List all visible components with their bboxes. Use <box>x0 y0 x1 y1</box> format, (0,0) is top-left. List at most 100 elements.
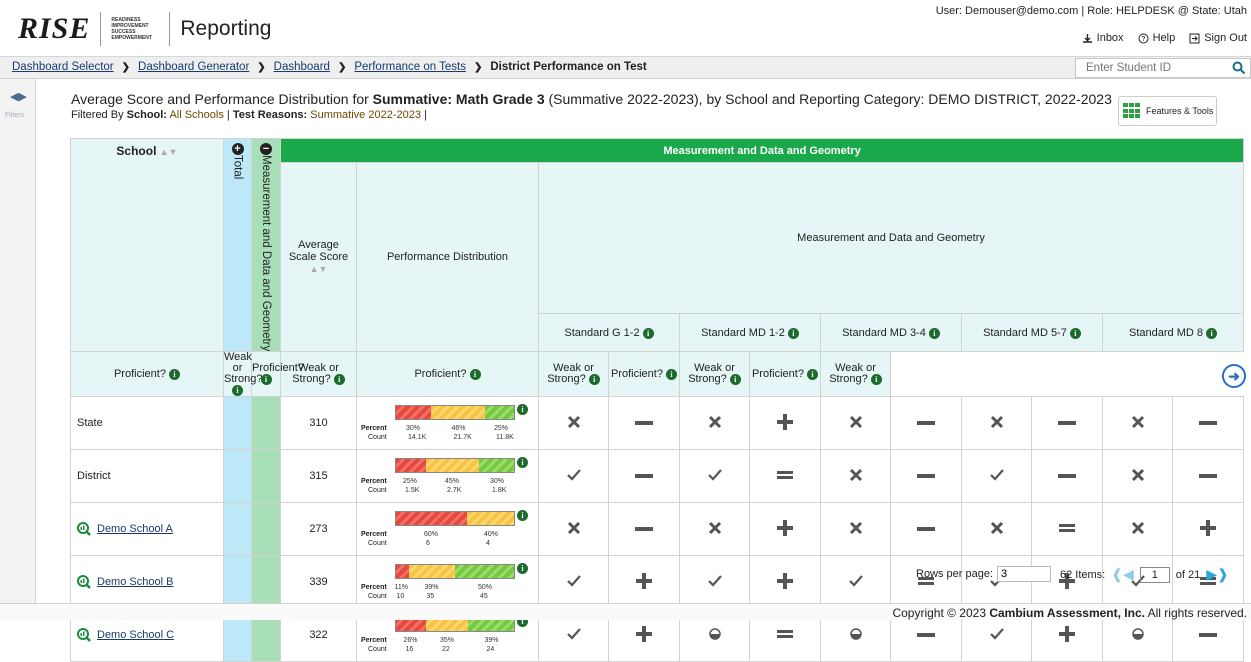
school-report-icon[interactable] <box>77 575 91 590</box>
info-icon[interactable]: i <box>1069 327 1081 339</box>
minus-icon <box>890 502 962 557</box>
distribution-segment <box>396 406 432 420</box>
minus-icon <box>608 502 680 557</box>
info-icon[interactable]: i <box>169 368 181 380</box>
info-icon[interactable]: i <box>588 374 600 386</box>
chevron-right-icon: ❯ <box>257 61 266 73</box>
proficient-header: Proficient? i <box>608 351 680 398</box>
breadcrumb: Dashboard Selector ❯ Dashboard Generator ❯… <box>12 61 647 73</box>
weak-strong-header: Weak or Strong? i <box>679 351 750 398</box>
info-icon[interactable]: i <box>333 374 345 386</box>
info-icon[interactable]: i <box>787 327 799 339</box>
info-icon[interactable]: i <box>517 563 528 575</box>
info-icon[interactable]: i <box>1206 327 1218 339</box>
distribution-segment <box>478 459 514 473</box>
info-icon[interactable]: i <box>260 374 272 386</box>
help-icon: ? <box>1138 33 1149 43</box>
weak-strong-header: Weak or Strong? i <box>538 351 609 398</box>
distribution-segment <box>484 406 514 420</box>
rows-per-page-input[interactable] <box>997 566 1052 582</box>
sign-out-link[interactable]: Sign Out <box>1189 32 1247 44</box>
x-icon <box>679 502 750 557</box>
school-link[interactable]: Demo School C <box>97 629 174 641</box>
x-icon <box>1102 396 1173 451</box>
rise-logo: RISE READINESS IMPROVEMENT SUCCESS EMPOW… <box>18 12 271 46</box>
info-icon[interactable]: i <box>870 374 882 386</box>
minus-icon <box>1031 396 1103 451</box>
school-report-icon[interactable] <box>77 522 91 537</box>
total-column-header[interactable]: + Total <box>223 137 252 353</box>
performance-distribution-cell: i Percent Count 11% 39% 50% 10 35 45 <box>356 555 539 610</box>
distribution-bar <box>395 564 515 580</box>
distribution-segment <box>425 459 479 473</box>
info-icon[interactable]: i <box>517 457 528 469</box>
proficient-header: Proficient? i <box>356 351 539 398</box>
distribution-bar <box>395 405 515 421</box>
average-score-cell: 315 <box>280 449 357 504</box>
x-icon <box>820 449 891 504</box>
info-icon[interactable]: i <box>729 374 741 386</box>
distribution-segment <box>466 512 514 526</box>
next-page-icon[interactable]: ▶❱ <box>1206 566 1229 583</box>
average-scale-score-header[interactable]: Average Scale Score ▲▼ <box>280 161 357 353</box>
filters-sidebar[interactable]: ◀▶ Filters <box>0 79 36 620</box>
info-icon[interactable]: i <box>517 510 528 522</box>
search-icon[interactable] <box>1232 61 1246 75</box>
check-icon <box>961 449 1032 504</box>
help-link[interactable]: ? Help <box>1138 32 1175 44</box>
breadcrumb-dashboard-generator[interactable]: Dashboard Generator <box>138 61 249 73</box>
school-link[interactable]: Demo School B <box>97 576 173 588</box>
page-number-input[interactable]: 1 <box>1139 566 1170 583</box>
breadcrumb-dashboard-selector[interactable]: Dashboard Selector <box>12 61 114 73</box>
table-row: Demo School A 273 i Percent Count 60% 40% 6 4 <box>70 502 1245 557</box>
collapse-icon[interactable]: − <box>260 143 272 155</box>
school-name-cell: District <box>70 449 224 504</box>
standard-header: Standard G 1-2 i <box>538 313 680 353</box>
inbox-link[interactable]: Inbox <box>1082 32 1124 44</box>
info-icon[interactable]: i <box>517 404 528 416</box>
info-icon[interactable]: i <box>666 368 678 380</box>
performance-distribution-header: Performance Distribution <box>356 161 539 353</box>
info-icon[interactable]: i <box>642 327 654 339</box>
info-icon[interactable]: i <box>807 368 819 380</box>
minus-icon <box>608 396 680 451</box>
breadcrumb-current: District Performance on Test <box>490 61 647 73</box>
school-column-header[interactable]: School ▲▼ <box>70 137 224 353</box>
chevron-right-icon: ❯ <box>473 61 483 73</box>
info-icon[interactable]: i <box>469 368 481 380</box>
mdg-column-header[interactable]: − Measurement and Data and Geometry <box>251 137 281 353</box>
distribution-segment <box>396 565 409 579</box>
check-icon <box>679 449 750 504</box>
proficient-header: Proficient? i <box>749 351 821 398</box>
standard-header: Standard MD 5-7 i <box>961 313 1103 353</box>
equal-icon <box>890 555 962 610</box>
student-id-input[interactable] <box>1076 59 1226 77</box>
inbox-icon <box>1082 33 1092 43</box>
filter-summary: Filtered By School: All Schools | Test R… <box>71 109 427 121</box>
scroll-right-button[interactable]: ➜ <box>1222 364 1246 388</box>
minus-icon <box>890 396 962 451</box>
expand-filters-icon[interactable]: ◀▶ <box>10 90 27 103</box>
breadcrumb-performance-on-tests[interactable]: Performance on Tests <box>354 61 466 73</box>
info-icon[interactable]: i <box>928 327 940 339</box>
prev-page-icon[interactable]: ❰◀ <box>1111 566 1134 583</box>
x-icon <box>679 396 750 451</box>
app-title: Reporting <box>180 17 272 40</box>
logo-wordmark: RISE <box>18 12 91 45</box>
user-links: Inbox ? Help Sign Out <box>1082 32 1247 44</box>
distribution-segment <box>431 406 485 420</box>
performance-distribution-cell: i Percent Count 25% 45% 30% 1.5K 2.7K 1.8K <box>356 449 539 504</box>
expand-icon[interactable]: + <box>231 143 244 155</box>
info-icon[interactable]: i <box>232 385 243 397</box>
weak-strong-header: Weak or Strong? i <box>223 351 263 398</box>
features-tools-button[interactable]: Features & Tools <box>1118 96 1217 126</box>
distribution-bar <box>395 458 515 474</box>
results-table: School ▲▼ + Total − Measurement and Data a… <box>70 137 1245 662</box>
check-icon <box>961 555 1032 610</box>
school-report-icon[interactable] <box>77 628 91 643</box>
school-link[interactable]: Demo School A <box>97 523 173 535</box>
x-icon <box>1102 502 1173 557</box>
minus-icon <box>890 449 962 504</box>
breadcrumb-dashboard[interactable]: Dashboard <box>274 61 330 73</box>
average-score-cell: 339 <box>280 555 357 610</box>
